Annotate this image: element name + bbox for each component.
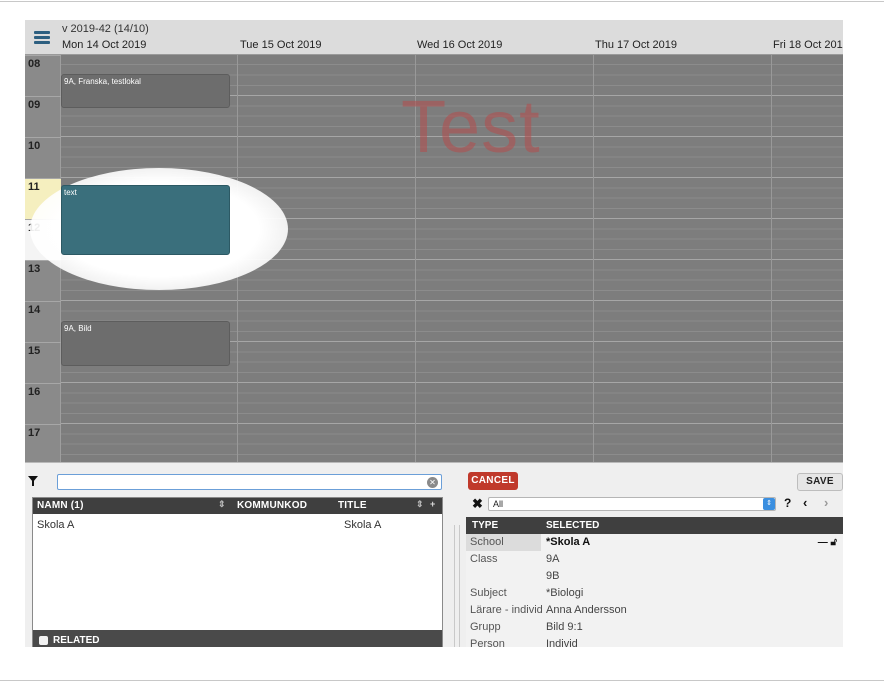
week-label: v 2019-42 (14/10) xyxy=(62,23,149,35)
test-watermark: Test xyxy=(401,85,541,168)
search-input[interactable] xyxy=(57,474,442,490)
cell-namn[interactable]: Skola A xyxy=(37,519,74,531)
related-section: RELATED xyxy=(33,630,442,647)
hour-row: 09 xyxy=(25,96,61,137)
table-header: NAMN (1) ⇕ KOMMUNKOD TITLE ⇕ + xyxy=(33,498,442,514)
day-header-mon[interactable]: Mon 14 Oct 2019 xyxy=(62,39,146,51)
day-header-tue[interactable]: Tue 15 Oct 2019 xyxy=(240,39,322,51)
chevron-left-icon[interactable]: ‹ xyxy=(803,495,807,510)
related-checkbox[interactable] xyxy=(39,636,48,645)
cell-title[interactable]: Skola A xyxy=(344,519,381,531)
calendar-header: v 2019-42 (14/10) Mon 14 Oct 2019 Tue 15… xyxy=(25,20,843,55)
top-border xyxy=(0,1,884,2)
unlock-icon[interactable]: — 🔓︎ xyxy=(818,537,837,548)
scope-select[interactable]: All ⇕ xyxy=(488,497,776,511)
column-header-selected: SELECTED xyxy=(546,520,600,531)
hour-row: 15 xyxy=(25,342,61,383)
column-header-title[interactable]: TITLE xyxy=(338,500,367,511)
hour-row: 16 xyxy=(25,383,61,424)
hour-row: 08 xyxy=(25,55,61,96)
column-header-namn[interactable]: NAMN (1) xyxy=(37,500,84,511)
bottom-panel: ✕ NAMN (1) ⇕ KOMMUNKOD TITLE ⇕ + Skola A… xyxy=(25,462,843,647)
hour-row: 17 xyxy=(25,424,61,462)
hour-row: 13 xyxy=(25,260,61,301)
selection-table: TYPE SELECTED School *Skola A — 🔓︎ Class… xyxy=(466,517,843,647)
bottom-border xyxy=(0,680,884,681)
selection-row[interactable]: 9B xyxy=(466,568,843,585)
hour-row: 14 xyxy=(25,301,61,342)
selection-row[interactable]: Subject *Biologi xyxy=(466,585,843,602)
object-list-table: NAMN (1) ⇕ KOMMUNKOD TITLE ⇕ + Skola A S… xyxy=(32,497,443,647)
selection-row[interactable]: Lärare - individ Anna Andersson xyxy=(466,602,843,619)
filter-icon xyxy=(28,476,38,487)
day-divider xyxy=(593,55,594,462)
column-header-kommunkod[interactable]: KOMMUNKOD xyxy=(237,500,307,511)
selection-row[interactable]: Class 9A xyxy=(466,551,843,568)
day-divider xyxy=(771,55,772,462)
save-button[interactable]: SAVE xyxy=(797,473,843,491)
day-header-thu[interactable]: Thu 17 Oct 2019 xyxy=(595,39,677,51)
hamburger-menu-icon[interactable] xyxy=(34,31,50,44)
selection-row[interactable]: School *Skola A — 🔓︎ xyxy=(466,534,843,551)
sort-icon[interactable]: ⇕ xyxy=(416,499,424,510)
add-column-icon[interactable]: + xyxy=(430,499,435,509)
day-header-wed[interactable]: Wed 16 Oct 2019 xyxy=(417,39,502,51)
selection-row[interactable]: Grupp Bild 9:1 xyxy=(466,619,843,636)
sort-icon[interactable]: ⇕ xyxy=(218,499,226,510)
calendar-event[interactable]: 9A, Franska, testlokal xyxy=(61,74,230,108)
clear-circle-icon[interactable]: ✕ xyxy=(427,477,438,488)
selection-table-header: TYPE SELECTED xyxy=(466,517,843,534)
panel-splitter-handle[interactable] xyxy=(454,525,460,647)
related-label: RELATED xyxy=(53,635,100,646)
week-calendar: v 2019-42 (14/10) Mon 14 Oct 2019 Tue 15… xyxy=(25,20,843,462)
calendar-event[interactable]: 9A, Bild xyxy=(61,321,230,366)
chevron-right-icon[interactable]: › xyxy=(824,495,828,510)
clear-selection-icon[interactable]: ✖ xyxy=(472,497,483,510)
hour-row: 10 xyxy=(25,137,61,178)
selection-row[interactable]: Person Individ xyxy=(466,636,843,647)
scope-select-value: All xyxy=(493,499,504,509)
cancel-button[interactable]: CANCEL xyxy=(468,472,518,490)
calendar-event-selected[interactable]: text xyxy=(61,185,230,255)
select-arrow-icon: ⇕ xyxy=(763,498,775,510)
day-header-fri[interactable]: Fri 18 Oct 2019 xyxy=(773,39,843,51)
help-icon[interactable]: ? xyxy=(784,496,791,510)
column-header-type: TYPE xyxy=(472,520,499,531)
scheduler-app: v 2019-42 (14/10) Mon 14 Oct 2019 Tue 15… xyxy=(25,20,843,647)
